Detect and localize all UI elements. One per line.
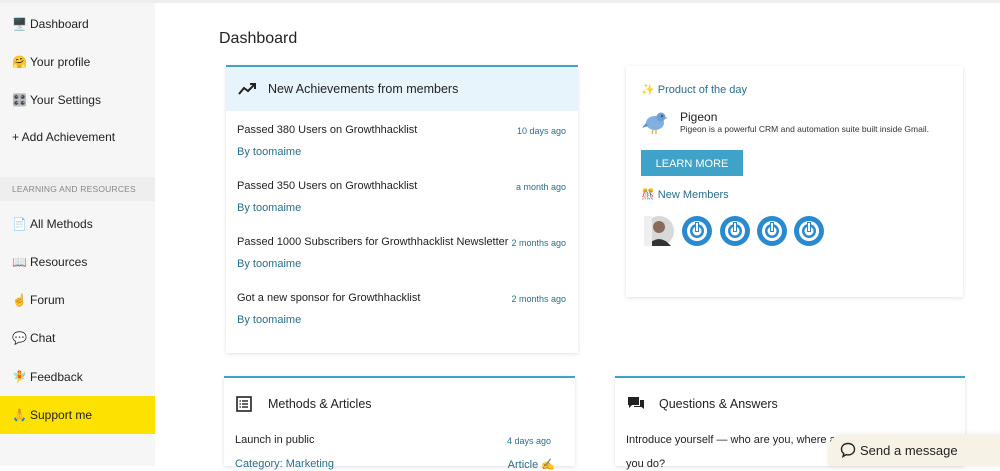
sidebar-item-chat[interactable]: 💬 Chat (0, 319, 155, 357)
page-title: Dashboard (219, 30, 298, 47)
hugging-face-icon: 🤗 (12, 55, 27, 69)
sidebar-item-label: Feedback (30, 370, 83, 384)
pigeon-bird-icon (642, 110, 668, 139)
achievement-time: a month ago (515, 182, 566, 192)
achievement-time: 10 days ago (516, 126, 566, 136)
question-title[interactable]: Introduce yourself — who are you, where … (626, 434, 836, 446)
control-knobs-icon: 🎛️ (12, 93, 27, 107)
speech-bubble-icon: 💬 (12, 331, 27, 345)
sidebar-item-settings[interactable]: 🎛️ Your Settings (0, 81, 155, 119)
article-type-link[interactable]: Article ✍️ (508, 458, 555, 471)
member-avatar-default-icon[interactable] (720, 216, 750, 246)
sidebar: 🖥️ Dashboard 🤗 Your profile 🎛️ Your Sett… (0, 3, 155, 466)
sidebar-item-label: Dashboard (30, 17, 89, 31)
achievement-author-link[interactable]: By toomaime (237, 202, 301, 214)
methods-articles-card: Methods & Articles Launch in public 4 da… (224, 376, 575, 471)
sidebar-item-label: Support me (30, 408, 93, 422)
achievement-item[interactable]: Passed 380 Users on Growthhacklist 10 da… (237, 124, 566, 164)
member-avatar[interactable] (644, 216, 674, 246)
achievement-author-link[interactable]: By toomaime (237, 258, 301, 270)
achievements-card: New Achievements from members Passed 380… (226, 65, 578, 353)
fairy-icon: 🧚 (12, 370, 27, 384)
question-title-continued[interactable]: you do? (626, 458, 665, 470)
article-time: 4 days ago (506, 436, 551, 446)
list-document-icon (236, 396, 256, 412)
sidebar-item-label: Your profile (30, 55, 91, 69)
card-title: New Achievements from members (268, 82, 459, 96)
card-title: Questions & Answers (659, 397, 778, 411)
sidebar-item-profile[interactable]: 🤗 Your profile (0, 43, 155, 81)
send-message-label: Send a message (860, 442, 958, 458)
chat-bubbles-icon (627, 396, 647, 412)
sidebar-item-dashboard[interactable]: 🖥️ Dashboard (0, 5, 155, 43)
achievement-author-link[interactable]: By toomaime (237, 314, 301, 326)
product-description: Pigeon is a powerful CRM and automation … (680, 124, 929, 134)
member-avatar-default-icon[interactable] (757, 216, 787, 246)
sidebar-item-label: + Add Achievement (12, 130, 116, 144)
card-header: New Achievements from members (226, 67, 578, 111)
achievement-title: Got a new sponsor for Growthhacklist (237, 292, 421, 304)
sidebar-item-support[interactable]: 🙏 Support me (0, 396, 155, 434)
send-message-widget[interactable]: Send a message (828, 434, 1000, 466)
achievement-author-link[interactable]: By toomaime (237, 146, 301, 158)
card-header: Questions & Answers (615, 384, 965, 424)
page-icon: 📄 (12, 217, 27, 231)
trending-up-icon (238, 82, 258, 96)
article-category-link[interactable]: Category: Marketing (235, 458, 334, 470)
sidebar-item-label: All Methods (30, 217, 93, 231)
sidebar-section-label: LEARNING AND RESOURCES (0, 177, 155, 201)
confetti-icon: 🎊 (641, 189, 655, 201)
monitor-icon: 🖥️ (12, 17, 27, 31)
achievement-item[interactable]: Passed 350 Users on Growthhacklist a mon… (237, 180, 566, 220)
article-title[interactable]: Launch in public (235, 434, 315, 446)
sidebar-item-forum[interactable]: ☝️ Forum (0, 281, 155, 319)
pointing-finger-icon: ☝️ (12, 293, 27, 307)
product-of-day-card: ✨ Product of the day Pigeon Pigeon is a … (626, 66, 963, 297)
product-of-day-title: ✨ Product of the day (641, 84, 748, 96)
card-header: Methods & Articles (224, 384, 575, 424)
member-avatar-default-icon[interactable] (794, 216, 824, 246)
sidebar-item-label: Resources (30, 255, 88, 269)
open-book-icon: 📖 (12, 255, 27, 269)
achievement-title: Passed 350 Users on Growthhacklist (237, 180, 418, 192)
praying-hands-icon: 🙏 (12, 408, 27, 422)
achievement-time: 2 months ago (511, 294, 566, 304)
achievement-title: Passed 1000 Subscribers for Growthhackli… (237, 236, 509, 248)
learn-more-button[interactable]: LEARN MORE (641, 150, 743, 176)
card-title: Methods & Articles (268, 397, 372, 411)
sidebar-item-label: Chat (30, 331, 56, 345)
chat-bubble-icon (840, 442, 856, 458)
sidebar-item-label: Forum (30, 293, 65, 307)
achievement-item[interactable]: Passed 1000 Subscribers for Growthhackli… (237, 236, 566, 276)
sidebar-item-feedback[interactable]: 🧚 Feedback (0, 358, 155, 396)
achievement-title: Passed 380 Users on Growthhacklist (237, 124, 418, 136)
sidebar-item-add-achievement[interactable]: + Add Achievement (0, 118, 155, 156)
sidebar-item-all-methods[interactable]: 📄 All Methods (0, 205, 155, 243)
new-members-title: 🎊 New Members (641, 189, 729, 201)
sidebar-item-resources[interactable]: 📖 Resources (0, 243, 155, 281)
achievement-time: 2 months ago (511, 238, 566, 248)
member-avatar-default-icon[interactable] (682, 216, 712, 246)
sparkles-icon: ✨ (641, 84, 655, 96)
product-name[interactable]: Pigeon (680, 110, 717, 124)
achievement-item[interactable]: Got a new sponsor for Growthhacklist 2 m… (237, 292, 566, 332)
sidebar-item-label: Your Settings (30, 93, 101, 107)
